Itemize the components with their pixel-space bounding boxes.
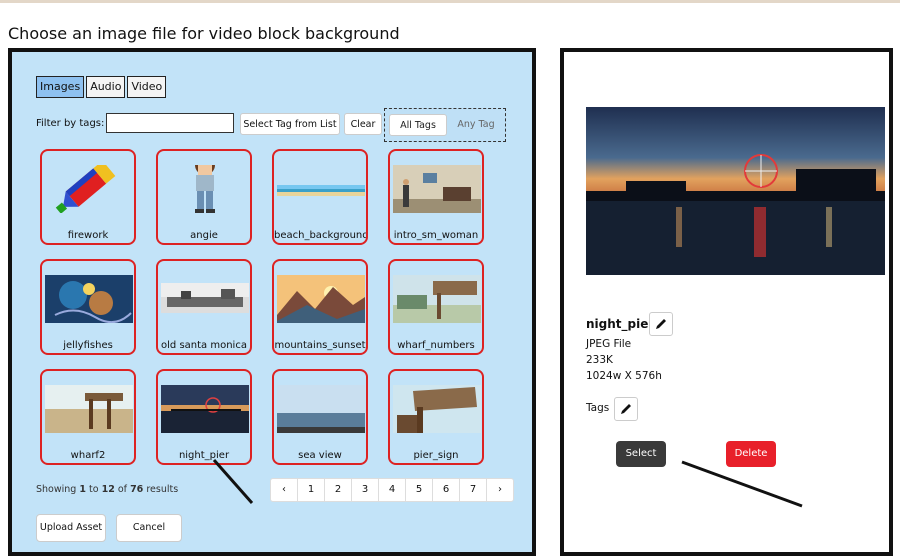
annotation-strokes (212, 459, 803, 508)
annotation-line (212, 459, 254, 504)
annotation-line (681, 460, 803, 508)
